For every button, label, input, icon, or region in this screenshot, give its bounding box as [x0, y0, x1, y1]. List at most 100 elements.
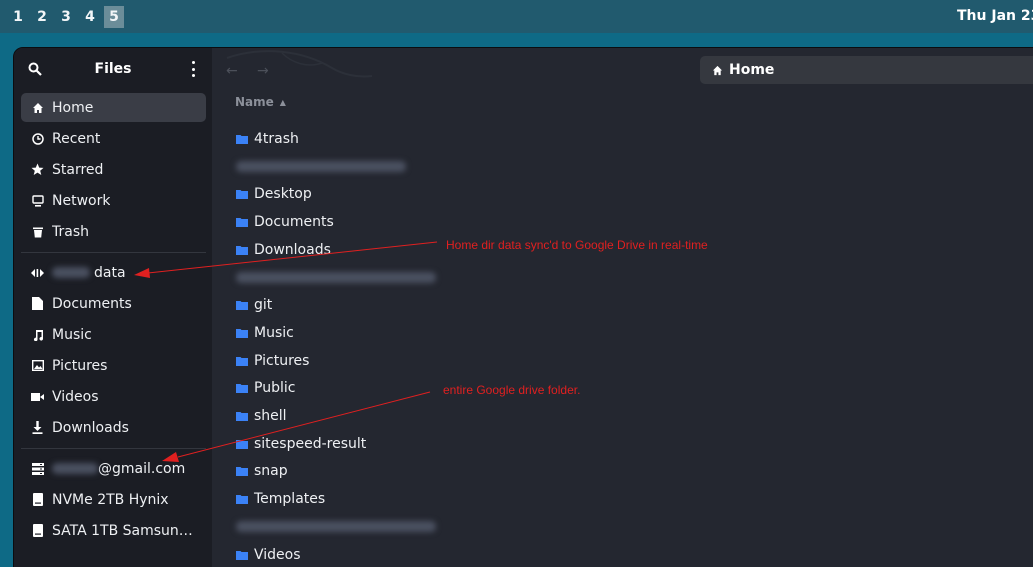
star-icon — [31, 163, 44, 176]
file-name: snap — [254, 463, 288, 480]
file-row[interactable]: Public — [236, 377, 295, 399]
sidebar-item-data[interactable]: data — [21, 258, 206, 287]
sidebar: Files Home Recent Starred Network Trash … — [14, 48, 212, 567]
file-name: Templates — [254, 491, 326, 508]
folder-icon — [236, 550, 248, 560]
back-button[interactable]: ← — [226, 63, 238, 79]
folder-icon — [236, 356, 248, 366]
annotation-gdrive: entire Google drive folder. — [443, 383, 581, 397]
path-label: Home — [729, 62, 775, 78]
file-name: git — [254, 297, 273, 314]
blurred-email — [52, 463, 98, 474]
file-name: Music — [254, 324, 294, 341]
server-icon — [31, 462, 44, 475]
sidebar-item-music[interactable]: Music — [21, 320, 206, 349]
blurred-file-name — [236, 161, 406, 173]
main-pane: ← → Home Name ▲ 4trash Desktop Documents Do… — [212, 48, 1033, 567]
menu-icon[interactable] — [188, 61, 198, 77]
workspace-switcher: 1 2 3 4 5 — [8, 5, 128, 28]
home-icon — [31, 101, 44, 114]
file-name: Documents — [254, 214, 334, 231]
file-name: Public — [254, 380, 296, 397]
file-row[interactable]: 4trash — [236, 128, 299, 150]
sidebar-item-label: Starred — [52, 161, 104, 178]
folder-icon — [236, 412, 248, 421]
wallpaper-watermark — [226, 50, 372, 78]
file-row[interactable]: snap — [236, 460, 288, 482]
file-name: sitespeed-result — [254, 435, 367, 452]
picture-icon — [31, 359, 44, 372]
path-bar[interactable]: Home — [700, 56, 1033, 84]
sidebar-item-downloads[interactable]: Downloads — [21, 413, 206, 442]
file-row[interactable]: Desktop — [236, 183, 312, 205]
sidebar-item-documents[interactable]: Documents — [21, 289, 206, 318]
file-name: 4trash — [254, 131, 299, 147]
folder-icon — [236, 190, 248, 200]
forward-button[interactable]: → — [257, 63, 269, 79]
file-name: Desktop — [254, 186, 312, 203]
file-name: Videos — [254, 546, 301, 563]
sidebar-item-label: Documents — [52, 295, 132, 312]
files-window: Files Home Recent Starred Network Trash … — [13, 47, 1033, 567]
home-icon — [712, 65, 723, 75]
workspace-2[interactable]: 2 — [32, 6, 52, 28]
sidebar-item-label: Recent — [52, 130, 101, 147]
sidebar-item-network[interactable]: Network — [21, 186, 206, 215]
file-row[interactable] — [236, 516, 440, 538]
sidebar-item-label: Videos — [52, 388, 99, 405]
sidebar-item-pictures[interactable]: Pictures — [21, 351, 206, 380]
file-row[interactable]: Pictures — [236, 350, 309, 372]
workspace-3[interactable]: 3 — [56, 6, 76, 28]
file-row[interactable]: shell — [236, 405, 287, 427]
sidebar-item-recent[interactable]: Recent — [21, 124, 206, 153]
column-header-label: Name — [235, 95, 274, 109]
sidebar-item-starred[interactable]: Starred — [21, 155, 206, 184]
sidebar-item-label: @gmail.com — [98, 460, 186, 477]
clock[interactable]: Thu Jan 23 — [957, 8, 1033, 24]
music-icon — [31, 328, 44, 341]
sidebar-item-label: Trash — [52, 223, 89, 240]
sidebar-separator — [21, 252, 206, 253]
file-row[interactable]: Documents — [236, 211, 334, 233]
file-row[interactable]: Music — [236, 322, 294, 344]
document-icon — [31, 297, 44, 310]
file-row[interactable]: git — [236, 294, 272, 316]
blurred-username — [52, 267, 90, 278]
drive-icon — [31, 524, 44, 537]
folder-icon — [236, 245, 248, 255]
sidebar-item-nvme[interactable]: NVMe 2TB Hynix — [21, 485, 206, 514]
sidebar-item-home[interactable]: Home — [21, 93, 206, 122]
sidebar-title: Files — [94, 61, 132, 77]
annotation-home-sync: Home dir data sync'd to Google Drive in … — [446, 238, 708, 252]
folder-icon — [236, 439, 248, 449]
top-panel: 1 2 3 4 5 Thu Jan 23 — [0, 0, 1033, 33]
file-name: Downloads — [254, 241, 331, 258]
sort-ascending-icon: ▲ — [279, 97, 286, 107]
file-row[interactable]: sitespeed-result — [236, 433, 366, 455]
sidebar-item-label: Music — [52, 326, 92, 343]
file-row[interactable] — [236, 156, 410, 178]
workspace-1[interactable]: 1 — [8, 6, 28, 28]
sidebar-item-label: Pictures — [52, 357, 108, 374]
file-row[interactable]: Videos — [236, 544, 301, 566]
folder-icon — [236, 384, 248, 394]
file-row[interactable]: Downloads — [236, 239, 331, 261]
blurred-file-name — [236, 521, 436, 533]
file-row[interactable] — [236, 267, 440, 289]
file-row[interactable]: Templates — [236, 488, 325, 510]
file-name: Pictures — [254, 352, 310, 369]
workspace-4[interactable]: 4 — [80, 6, 100, 28]
sidebar-item-gdrive[interactable]: @gmail.com — [21, 454, 206, 483]
folder-icon — [236, 135, 248, 144]
clock-icon — [31, 132, 44, 145]
column-header-name[interactable]: Name ▲ — [235, 95, 286, 109]
sidebar-item-videos[interactable]: Videos — [21, 382, 206, 411]
sync-icon — [31, 266, 44, 279]
sidebar-header: Files — [14, 48, 212, 90]
workspace-5[interactable]: 5 — [104, 5, 124, 28]
folder-icon — [236, 301, 248, 311]
sidebar-item-label: SATA 1TB Samsun… — [52, 522, 193, 539]
sidebar-item-sata[interactable]: SATA 1TB Samsun… — [21, 516, 206, 545]
sidebar-item-trash[interactable]: Trash — [21, 217, 206, 246]
sidebar-item-label: Downloads — [52, 419, 129, 436]
